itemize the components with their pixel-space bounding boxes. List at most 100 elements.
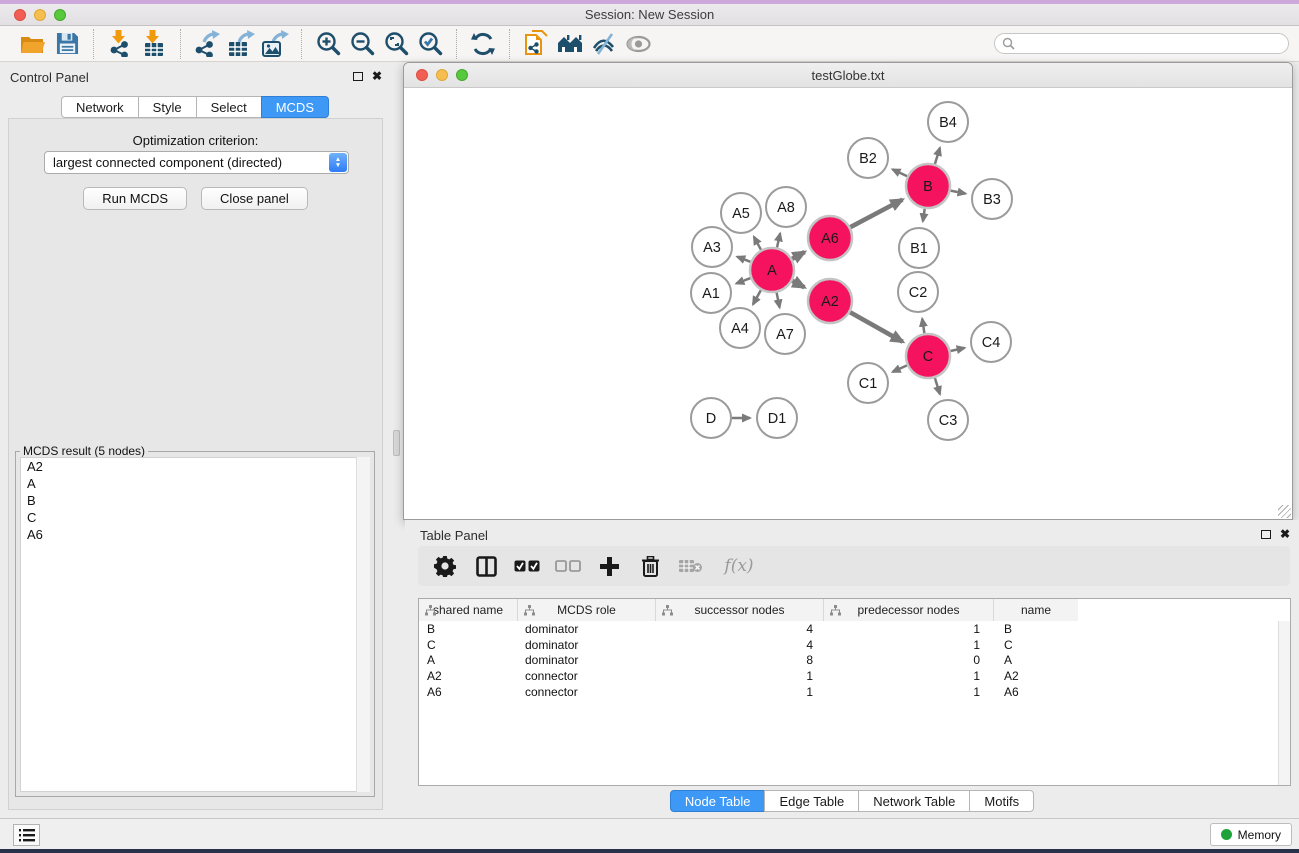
tab-motifs[interactable]: Motifs	[969, 790, 1034, 812]
edge-A-A6[interactable]	[792, 252, 805, 259]
tab-select[interactable]: Select	[196, 96, 262, 118]
edge-A-A1[interactable]	[736, 278, 750, 283]
node-C4[interactable]: C4	[971, 322, 1011, 362]
import-table-button[interactable]	[137, 29, 171, 59]
tab-network[interactable]: Network	[61, 96, 139, 118]
mcds-result-item[interactable]: C	[21, 509, 369, 526]
float-panel-icon[interactable]	[353, 72, 363, 81]
result-list-scrollbar[interactable]	[356, 457, 370, 792]
graphics-details-button[interactable]	[587, 29, 621, 59]
node-A3[interactable]: A3	[692, 227, 732, 267]
edge-B-B4[interactable]	[935, 148, 940, 164]
node-B1[interactable]: B1	[899, 228, 939, 268]
edge-B-B2[interactable]	[893, 169, 908, 176]
status-menu-button[interactable]	[13, 824, 40, 846]
float-table-panel-icon[interactable]	[1261, 530, 1271, 539]
mcds-result-item[interactable]: A2	[21, 458, 369, 475]
node-A1[interactable]: A1	[691, 273, 731, 313]
export-network-button[interactable]	[190, 29, 224, 59]
column-header-MCDS-role[interactable]: MCDS role	[518, 599, 656, 621]
node-A8[interactable]: A8	[766, 187, 806, 227]
tab-network-table[interactable]: Network Table	[858, 790, 970, 812]
search-input[interactable]	[1015, 37, 1288, 51]
edge-A2-C[interactable]	[850, 312, 903, 342]
select-all-columns-button[interactable]	[514, 553, 540, 579]
edge-C-C1[interactable]	[893, 365, 907, 372]
node-C3[interactable]: C3	[928, 400, 968, 440]
edge-A6-B[interactable]	[850, 200, 902, 228]
table-row[interactable]: A6connector11A6	[419, 684, 1278, 700]
zoom-in-button[interactable]	[311, 29, 345, 59]
column-header-name[interactable]: name	[994, 599, 1078, 621]
window-resize-grip[interactable]	[1278, 505, 1291, 518]
show-column-button[interactable]	[473, 553, 499, 579]
node-B2[interactable]: B2	[848, 138, 888, 178]
node-D[interactable]: D	[691, 398, 731, 438]
node-A[interactable]: A	[750, 248, 794, 292]
table-settings-button[interactable]	[432, 553, 458, 579]
node-A2[interactable]: A2	[808, 279, 852, 323]
node-A5[interactable]: A5	[721, 193, 761, 233]
table-row[interactable]: A2connector11A2	[419, 668, 1278, 684]
edge-C-C4[interactable]	[951, 348, 965, 351]
edge-A-A4[interactable]	[753, 290, 761, 304]
edge-B-B1[interactable]	[923, 209, 925, 222]
mcds-result-item[interactable]: A	[21, 475, 369, 492]
table-row[interactable]: Adominator80A	[419, 653, 1278, 669]
edge-B-B3[interactable]	[951, 191, 966, 194]
column-header-successor-nodes[interactable]: successor nodes	[656, 599, 824, 621]
edge-A-A3[interactable]	[737, 257, 750, 262]
splitter-handle[interactable]	[393, 430, 400, 456]
open-session-button[interactable]	[16, 29, 50, 59]
tab-node-table[interactable]: Node Table	[670, 790, 766, 812]
close-table-panel-icon[interactable]: ✖	[1280, 527, 1290, 541]
node-A4[interactable]: A4	[720, 308, 760, 348]
edge-C-C2[interactable]	[922, 319, 924, 334]
save-session-button[interactable]	[50, 29, 84, 59]
edge-C-C3[interactable]	[935, 378, 940, 394]
run-mcds-button[interactable]: Run MCDS	[83, 187, 187, 210]
node-B4[interactable]: B4	[928, 102, 968, 142]
mcds-result-item[interactable]: B	[21, 492, 369, 509]
tab-edge-table[interactable]: Edge Table	[764, 790, 859, 812]
tab-style[interactable]: Style	[138, 96, 197, 118]
network-canvas[interactable]: B4 B2 B B3 A8A5 A6 A3 B1 A A1 C2 A2 A4A7 C4 C C1 C3 D D1	[404, 88, 1292, 519]
node-C2[interactable]: C2	[898, 272, 938, 312]
add-column-button[interactable]	[596, 553, 622, 579]
export-table-button[interactable]	[224, 29, 258, 59]
node-A7[interactable]: A7	[765, 314, 805, 354]
edge-A-A7[interactable]	[777, 293, 780, 308]
vertical-splitter[interactable]	[390, 62, 403, 818]
zoom-out-button[interactable]	[345, 29, 379, 59]
delete-columns-button[interactable]	[637, 553, 663, 579]
node-D1[interactable]: D1	[757, 398, 797, 438]
table-row[interactable]: Cdominator41C	[419, 637, 1278, 653]
network-overview-button[interactable]	[553, 29, 587, 59]
edge-A-A2[interactable]	[792, 281, 804, 288]
zoom-fit-button[interactable]	[379, 29, 413, 59]
table-row[interactable]: Bdominator41B	[419, 621, 1278, 637]
tab-mcds[interactable]: MCDS	[261, 96, 329, 118]
delete-table-button[interactable]	[678, 553, 704, 579]
table-scrollbar[interactable]	[1278, 621, 1290, 785]
node-B3[interactable]: B3	[972, 179, 1012, 219]
mcds-result-item[interactable]: A6	[21, 526, 369, 543]
edge-A-A5[interactable]	[754, 237, 761, 250]
criterion-select[interactable]: largest connected component (directed) ▲…	[44, 151, 349, 174]
node-C1[interactable]: C1	[848, 363, 888, 403]
column-header-predecessor-nodes[interactable]: predecessor nodes	[824, 599, 994, 621]
toggle-details-button[interactable]	[621, 29, 655, 59]
export-image-button[interactable]	[258, 29, 292, 59]
zoom-selected-button[interactable]	[413, 29, 447, 59]
new-network-from-selection-button[interactable]	[519, 29, 553, 59]
import-network-button[interactable]	[103, 29, 137, 59]
node-B[interactable]: B	[906, 164, 950, 208]
memory-button[interactable]: Memory	[1210, 823, 1292, 846]
apply-layout-button[interactable]	[466, 29, 500, 59]
node-A6[interactable]: A6	[808, 216, 852, 260]
node-C[interactable]: C	[906, 334, 950, 378]
close-panel-icon[interactable]: ✖	[372, 69, 382, 83]
edge-A-A8[interactable]	[777, 233, 780, 247]
column-header-shared-name[interactable]: shared name	[419, 599, 518, 621]
close-panel-button[interactable]: Close panel	[201, 187, 308, 210]
